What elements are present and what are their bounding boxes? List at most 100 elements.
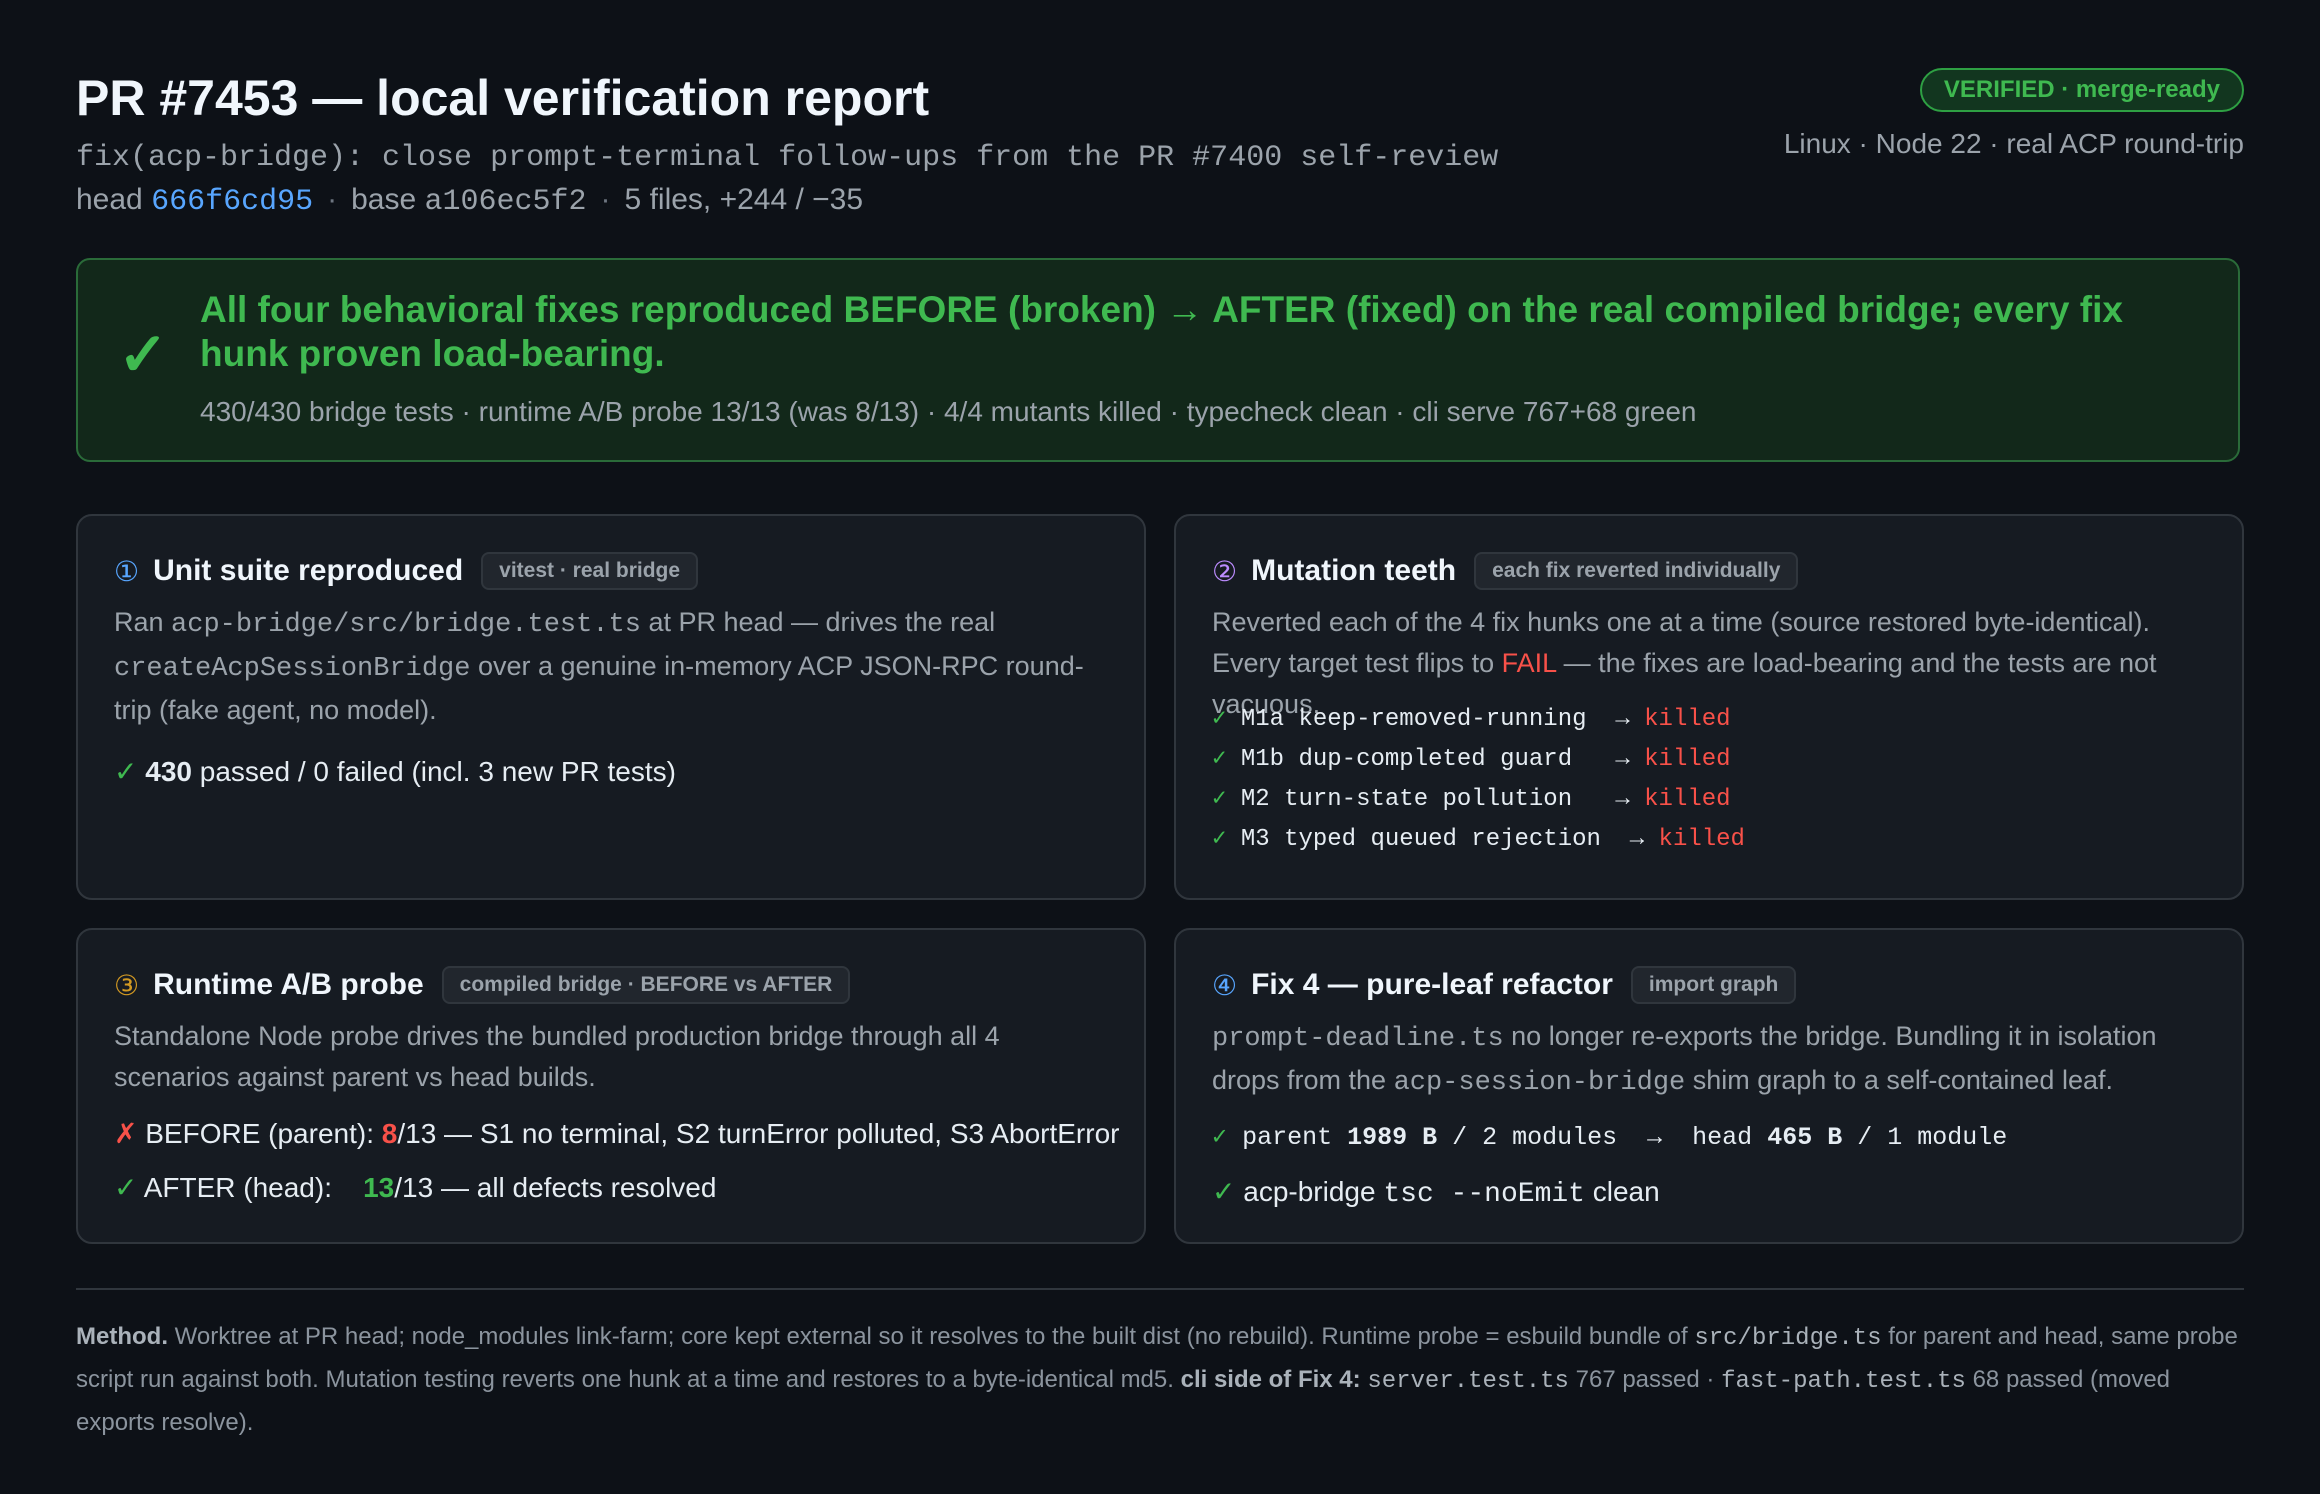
fail-label: FAIL bbox=[1501, 648, 1557, 678]
arrow-icon: → bbox=[1615, 786, 1630, 813]
list-item: ✓ M1a keep-removed-running → killed bbox=[1212, 700, 1745, 740]
before-value: 8 bbox=[381, 1118, 398, 1149]
pr-subtitle: fix(acp-bridge): close prompt-terminal f… bbox=[76, 141, 1499, 175]
desc-text: shim graph to a self-contained leaf. bbox=[1685, 1065, 2113, 1095]
card-title: Fix 4 — pure-leaf refactor bbox=[1251, 968, 1613, 1001]
after-detail: /13 — all defects resolved bbox=[394, 1172, 717, 1203]
card-header: ① Unit suite reproduced vitest · real br… bbox=[114, 550, 699, 592]
method-footnote: Method. Worktree at PR head; node_module… bbox=[76, 1316, 2244, 1443]
divider bbox=[76, 1288, 2244, 1290]
base-sha: base a106ec5f2 bbox=[351, 183, 587, 219]
mutant-status: killed bbox=[1658, 826, 1745, 853]
file-path: prompt-deadline.ts bbox=[1212, 1024, 1504, 1054]
arrow-icon: → bbox=[1615, 706, 1630, 733]
environment-info: Linux · Node 22 · real ACP round-trip bbox=[1783, 128, 2244, 159]
check-icon: ✓ bbox=[1212, 706, 1227, 733]
card-description: Ran acp-bridge/src/bridge.test.ts at PR … bbox=[114, 602, 1108, 731]
before-label: BEFORE (parent): bbox=[145, 1118, 382, 1149]
module-name: acp-session-bridge bbox=[1393, 1068, 1686, 1098]
mutant-status: killed bbox=[1644, 706, 1731, 733]
test-result: ✓ 430 passed / 0 failed (incl. 3 new PR … bbox=[114, 752, 676, 792]
head-sha-link[interactable]: 666f6cd95 bbox=[151, 185, 313, 219]
verified-badge: VERIFIED · merge-ready bbox=[1919, 68, 2244, 112]
card-pure-leaf-refactor: ④ Fix 4 — pure-leaf refactor import grap… bbox=[1174, 928, 2244, 1244]
mutant-name: M1a keep-removed-running bbox=[1240, 706, 1616, 733]
card-title: Runtime A/B probe bbox=[153, 968, 424, 1001]
card-tag: each fix reverted individually bbox=[1474, 552, 1799, 590]
check-icon: ✓ bbox=[1212, 826, 1227, 853]
size-text: / 1 module bbox=[1842, 1123, 2008, 1152]
card-unit-suite: ① Unit suite reproduced vitest · real br… bbox=[76, 514, 1146, 900]
parent-size: 1989 B bbox=[1347, 1123, 1438, 1152]
page-title: PR #7453 — local verification report bbox=[76, 70, 930, 126]
step-number-icon: ② bbox=[1212, 555, 1238, 587]
desc-text: at PR head — drives the real bbox=[640, 607, 996, 637]
bundle-size-result: ✓ parent 1989 B / 2 modules → head 465 B… bbox=[1212, 1118, 2007, 1158]
tsc-command: tsc --noEmit bbox=[1383, 1179, 1585, 1210]
after-value: 13 bbox=[363, 1172, 395, 1203]
file-path: fast-path.test.ts bbox=[1721, 1368, 1966, 1395]
before-result: ✗ BEFORE (parent): 8/13 — S1 no terminal… bbox=[114, 1114, 1119, 1154]
mutant-status: killed bbox=[1644, 786, 1731, 813]
check-icon: ✓ bbox=[1212, 1176, 1236, 1207]
list-item: ✓ M2 turn-state pollution → killed bbox=[1212, 780, 1745, 820]
desc-text: Ran bbox=[114, 607, 172, 637]
pass-count: 430 bbox=[145, 756, 192, 787]
card-description: prompt-deadline.ts no longer re-exports … bbox=[1212, 1016, 2206, 1104]
file-path: acp-bridge/src/bridge.test.ts bbox=[171, 610, 641, 640]
file-path: src/bridge.ts bbox=[1694, 1325, 1882, 1352]
mutant-status: killed bbox=[1644, 746, 1731, 773]
list-item: ✓ M1b dup-completed guard → killed bbox=[1212, 740, 1745, 780]
diffstat: 5 files, +244 / −35 bbox=[624, 183, 864, 216]
typecheck-result: ✓ acp-bridge tsc --noEmit clean bbox=[1212, 1172, 1660, 1215]
separator: · bbox=[600, 183, 611, 216]
result-text: passed / 0 failed (incl. 3 new PR tests) bbox=[191, 756, 676, 787]
after-label: AFTER (head): bbox=[143, 1172, 364, 1203]
card-tag: import graph bbox=[1630, 966, 1797, 1004]
report-header: PR #7453 — local verification report fix… bbox=[76, 64, 2244, 224]
mutant-name: M2 turn-state pollution bbox=[1240, 786, 1616, 813]
tsc-text: acp-bridge bbox=[1243, 1176, 1384, 1207]
method-text: Worktree at PR head; node_modules link-f… bbox=[167, 1323, 1695, 1350]
check-icon: ✓ bbox=[1212, 786, 1227, 813]
before-detail: /13 — S1 no terminal, S2 turnError pollu… bbox=[397, 1118, 1120, 1149]
method-label: Method. bbox=[76, 1323, 168, 1350]
card-header: ③ Runtime A/B probe compiled bridge · BE… bbox=[114, 964, 851, 1006]
card-tag: vitest · real bridge bbox=[481, 552, 699, 590]
arrow-icon: → bbox=[1629, 826, 1645, 853]
card-title: Mutation teeth bbox=[1251, 554, 1457, 587]
card-title: Unit suite reproduced bbox=[153, 554, 464, 587]
card-header: ④ Fix 4 — pure-leaf refactor import grap… bbox=[1212, 964, 1797, 1006]
method-label: cli side of Fix 4: bbox=[1180, 1366, 1361, 1393]
mutant-list: ✓ M1a keep-removed-running → killed ✓ M1… bbox=[1212, 700, 1745, 860]
check-icon: ✓ bbox=[114, 756, 138, 787]
after-result: ✓ AFTER (head): 13/13 — all defects reso… bbox=[114, 1168, 716, 1208]
head-size: 465 B bbox=[1767, 1123, 1843, 1152]
check-icon: ✓ bbox=[1212, 746, 1227, 773]
check-icon: ✓ bbox=[118, 321, 169, 388]
separator: · bbox=[327, 183, 338, 216]
arrow-icon: → bbox=[1615, 746, 1630, 773]
size-text: / 2 modules → head bbox=[1437, 1123, 1768, 1152]
function-name: createAcpSessionBridge bbox=[114, 654, 471, 684]
mutant-name: M1b dup-completed guard bbox=[1240, 746, 1616, 773]
check-icon: ✓ bbox=[1212, 1123, 1228, 1152]
step-number-icon: ① bbox=[114, 555, 140, 587]
card-header: ② Mutation teeth each fix reverted indiv… bbox=[1212, 550, 1799, 592]
size-text: parent bbox=[1242, 1123, 1348, 1152]
step-number-icon: ④ bbox=[1212, 969, 1238, 1001]
card-description: Standalone Node probe drives the bundled… bbox=[114, 1021, 1000, 1092]
file-path: server.test.ts bbox=[1367, 1368, 1569, 1395]
check-icon: ✓ bbox=[114, 1172, 138, 1203]
list-item: ✓ M3 typed queued rejection → killed bbox=[1212, 820, 1745, 860]
card-mutation-teeth: ② Mutation teeth each fix reverted indiv… bbox=[1174, 514, 2244, 900]
summary-headline: All four behavioral fixes reproduced BEF… bbox=[200, 289, 2123, 374]
mutant-name: M3 typed queued rejection bbox=[1240, 826, 1630, 853]
commit-meta: head 666f6cd95 · base a106ec5f2 · 5 files, +… bbox=[76, 180, 863, 222]
method-text: 767 passed · bbox=[1568, 1366, 1722, 1393]
card-runtime-probe: ③ Runtime A/B probe compiled bridge · BE… bbox=[76, 928, 1146, 1244]
card-tag: compiled bridge · BEFORE vs AFTER bbox=[441, 966, 851, 1004]
step-number-icon: ③ bbox=[114, 969, 140, 1001]
head-label: head bbox=[76, 183, 143, 216]
tsc-text: clean bbox=[1584, 1176, 1660, 1207]
